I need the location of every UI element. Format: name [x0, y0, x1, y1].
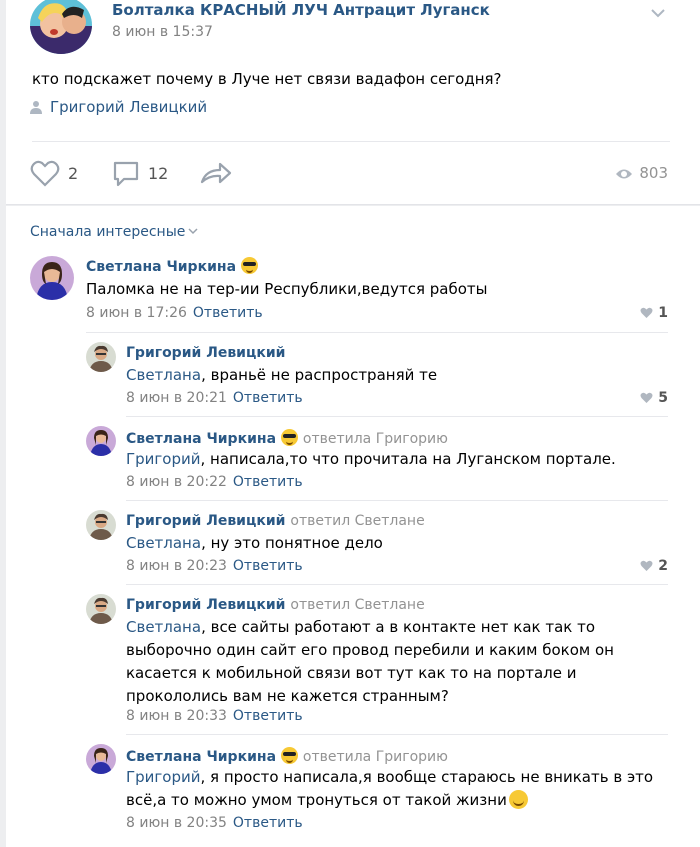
heart-icon [640, 392, 653, 403]
heart-icon [640, 307, 653, 318]
reply-button[interactable]: Ответить [233, 815, 303, 831]
comment-text: Паломка не на тер-ии Республики,ведутся … [86, 280, 488, 298]
post-signer[interactable]: Григорий Левицкий [30, 98, 207, 118]
comment-author[interactable]: Григорий Левицкий ответил Светлане [126, 597, 425, 613]
divider [126, 584, 668, 585]
group-name[interactable]: Болталка КРАСНЫЙ ЛУЧ Антрацит Луганск [112, 1, 490, 19]
views-counter: 803 [615, 164, 668, 182]
comment-text: Светлана, все сайты работают а в контакт… [126, 618, 614, 705]
share-icon [200, 162, 232, 184]
comment-meta: 8 июн в 20:33 Ответить [126, 708, 303, 724]
post-date[interactable]: 8 июн в 15:37 [112, 24, 213, 40]
comment-text: Григорий, я просто написала,я вообще ста… [126, 768, 654, 809]
reply-button[interactable]: Ответить [193, 305, 263, 321]
mention-link[interactable]: Светлана [126, 618, 201, 636]
post-text: кто подскажет почему в Луче нет связи ва… [32, 70, 502, 88]
comment-text: Светлана, враньё не распространяй те [126, 366, 438, 384]
divider [126, 734, 668, 735]
heart-icon [30, 160, 60, 187]
comment-author[interactable]: Светлана Чиркина ответила Григорию [126, 747, 448, 765]
sunglasses-emoji [241, 257, 259, 274]
avatar[interactable] [86, 426, 116, 456]
avatar[interactable] [86, 510, 116, 540]
comment-date[interactable]: 8 июн в 20:23 [126, 558, 227, 574]
sunglasses-emoji [281, 429, 299, 446]
comment-date[interactable]: 8 июн в 17:26 [86, 305, 187, 321]
reply-button[interactable]: Ответить [233, 558, 303, 574]
views-count: 803 [639, 164, 668, 182]
reply-to[interactable]: ответила Григорию [303, 749, 448, 765]
sort-label: Сначала интересные [30, 224, 186, 240]
comment-author[interactable]: Светлана Чиркина [86, 257, 259, 275]
comment-author[interactable]: Григорий Левицкий [126, 345, 286, 361]
comment-author[interactable]: Светлана Чиркина ответила Григорию [126, 429, 448, 447]
mention-link[interactable]: Светлана [126, 534, 201, 552]
comment-date[interactable]: 8 июн в 20:22 [126, 474, 227, 490]
signer-name: Григорий Левицкий [50, 98, 208, 116]
comment-author[interactable]: Григорий Левицкий ответил Светлане [126, 513, 425, 529]
sunglasses-emoji [281, 747, 299, 764]
like-count: 2 [68, 164, 79, 183]
comment-icon [113, 161, 139, 187]
reply-button[interactable]: Ответить [233, 390, 303, 406]
comment-meta: 8 июн в 20:23 Ответить [126, 558, 303, 574]
mention-link[interactable]: Григорий [126, 450, 201, 468]
mention-link[interactable]: Светлана [126, 366, 201, 384]
comment-text: Светлана, ну это понятное дело [126, 534, 383, 552]
comment-date[interactable]: 8 июн в 20:21 [126, 390, 227, 406]
avatar[interactable] [30, 256, 74, 300]
group-avatar[interactable] [30, 0, 92, 54]
comment-like-button[interactable]: 2 [640, 558, 668, 574]
comment-date[interactable]: 8 июн в 20:33 [126, 708, 227, 724]
comment-meta: 8 июн в 20:22 Ответить [126, 474, 303, 490]
divider [32, 141, 670, 142]
comment-meta: 8 июн в 17:26 Ответить [86, 305, 263, 321]
reply-to[interactable]: ответила Григорию [303, 431, 448, 447]
comment-like-button[interactable]: 5 [640, 390, 668, 406]
comment-count: 12 [148, 164, 169, 183]
eye-icon [616, 169, 633, 179]
comments-card: Сначала интересные Светлана Чиркина Пало… [6, 206, 700, 847]
reply-button[interactable]: Ответить [233, 708, 303, 724]
comment-meta: 8 июн в 20:35 Ответить [126, 815, 303, 831]
reply-to[interactable]: ответил Светлане [290, 597, 424, 613]
mention-link[interactable]: Григорий [126, 768, 201, 786]
user-icon [30, 100, 42, 118]
chevron-down-icon [188, 228, 198, 235]
avatar[interactable] [86, 744, 116, 774]
heart-icon [640, 560, 653, 571]
divider [86, 332, 668, 333]
avatar[interactable] [86, 594, 116, 624]
comment-text: Григорий, написала,то что прочитала на Л… [126, 450, 616, 468]
divider [126, 500, 668, 501]
reply-button[interactable]: Ответить [233, 474, 303, 490]
comment-date[interactable]: 8 июн в 20:35 [126, 815, 227, 831]
avatar[interactable] [86, 342, 116, 372]
smile-emoji [508, 790, 528, 809]
reply-to[interactable]: ответил Светлане [290, 513, 424, 529]
post-card: Болталка КРАСНЫЙ ЛУЧ Антрацит Луганск 8 … [6, 0, 700, 205]
comment-like-button[interactable]: 1 [640, 305, 668, 321]
comment-meta: 8 июн в 20:21 Ответить [126, 390, 303, 406]
divider [126, 416, 668, 417]
sort-dropdown[interactable]: Сначала интересные [30, 224, 198, 240]
chevron-down-icon[interactable] [650, 4, 666, 23]
